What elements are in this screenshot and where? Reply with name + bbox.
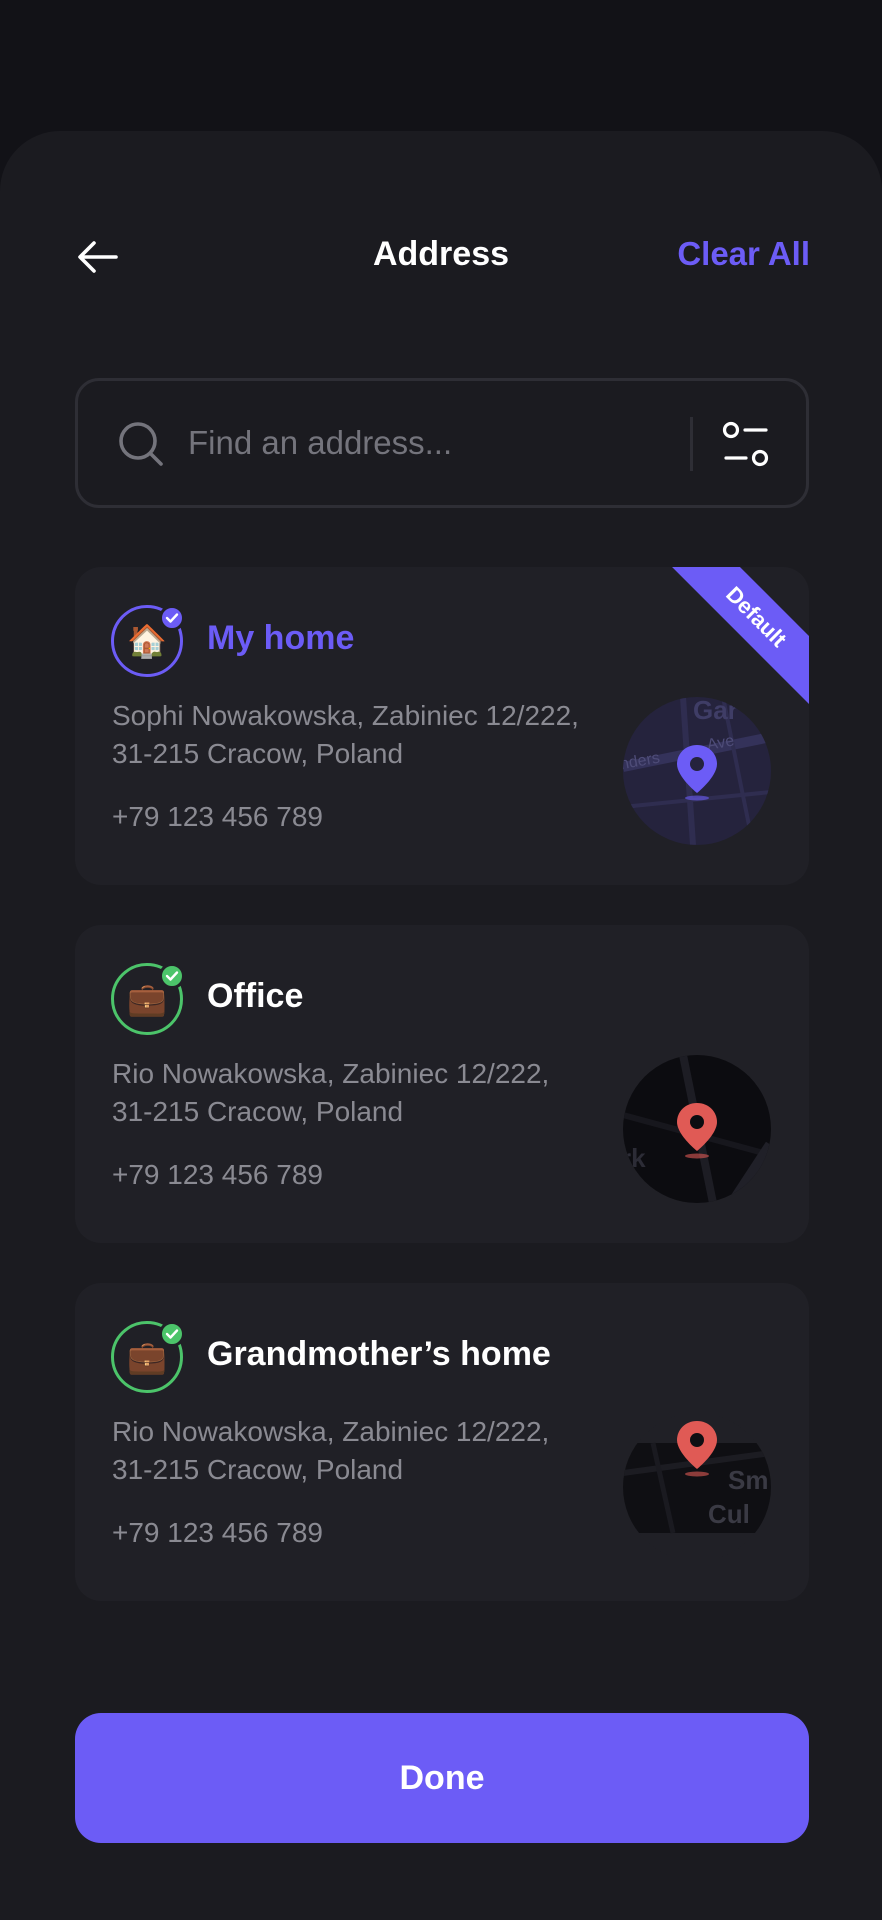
address-phone: +79 123 456 789 — [112, 801, 323, 832]
address-card-my-home[interactable]: 🏠 My home Sophi Nowakowska, Zabiniec 12/… — [75, 567, 809, 885]
header: Address Clear All — [0, 225, 882, 289]
search-divider — [690, 417, 693, 471]
filter-button[interactable] — [718, 417, 774, 471]
house-icon: 🏠 — [127, 623, 167, 659]
search-bar — [75, 378, 809, 508]
address-card-office[interactable]: 💼 Office Rio Nowakowska, Zabiniec 12/222… — [75, 925, 809, 1243]
map-thumbnail: Gar Ave nders — [623, 697, 771, 845]
address-card-grandmothers-home[interactable]: 💼 Grandmother’s home Rio Nowakowska, Zab… — [75, 1283, 809, 1601]
address-phone: +79 123 456 789 — [112, 1159, 323, 1190]
selected-check-icon — [159, 963, 185, 989]
svg-text:Sm: Sm — [728, 1465, 768, 1495]
svg-text:rk: rk — [623, 1143, 646, 1173]
svg-text:Gar: Gar — [693, 697, 738, 725]
search-icon — [119, 422, 163, 466]
address-title: Grandmother’s home — [207, 1335, 551, 1373]
filter-icon — [722, 421, 769, 467]
clear-all-button[interactable]: Clear All — [677, 235, 810, 273]
address-title: Office — [207, 977, 304, 1015]
selected-check-icon — [159, 1321, 185, 1347]
briefcase-icon: 💼 — [127, 981, 167, 1017]
briefcase-icon: 💼 — [127, 1339, 167, 1375]
done-button[interactable]: Done — [75, 1713, 809, 1843]
map-thumbnail: Sm Cul — [623, 1413, 771, 1561]
address-title: My home — [207, 619, 355, 657]
default-badge: Default — [664, 567, 809, 709]
address-text: Sophi Nowakowska, Zabiniec 12/222, 31-21… — [112, 700, 579, 769]
address-text: Rio Nowakowska, Zabiniec 12/222, 31-215 … — [112, 1416, 550, 1485]
address-text: Rio Nowakowska, Zabiniec 12/222, 31-215 … — [112, 1058, 550, 1127]
search-input[interactable] — [188, 411, 658, 475]
map-thumbnail: rk — [623, 1055, 771, 1203]
svg-text:Cul: Cul — [708, 1499, 750, 1529]
selected-check-icon — [159, 605, 185, 631]
address-phone: +79 123 456 789 — [112, 1517, 323, 1548]
